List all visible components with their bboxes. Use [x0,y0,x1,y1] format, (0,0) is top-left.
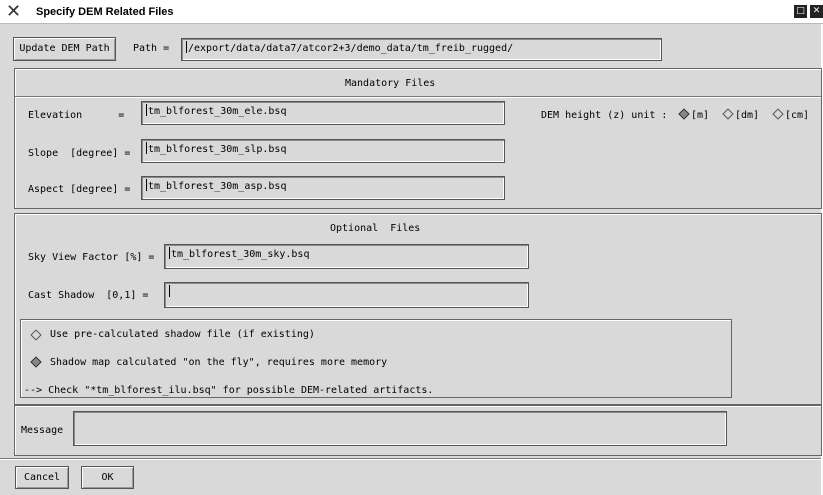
cancel-button[interactable]: Cancel [15,466,69,489]
text-cursor [169,247,170,259]
slope-label: Slope [degree] = [28,148,131,159]
text-cursor [146,104,147,116]
ok-label: OK [101,472,114,483]
separator [15,96,821,98]
text-cursor [146,179,147,191]
close-icon[interactable]: ✕ [810,5,823,18]
shadow-on-the-fly-label[interactable]: Shadow map calculated "on the fly", requ… [50,356,387,370]
text-cursor [186,41,187,53]
path-input[interactable]: /export/data/data7/atcor2+3/demo_data/tm… [181,38,662,61]
path-label: Path = [133,43,170,54]
sky-view-factor-value: tm_blforest_30m_sky.bsq [171,249,310,260]
aspect-value: tm_blforest_30m_asp.bsq [148,181,287,192]
window-title: Specify DEM Related Files [36,6,174,18]
dem-unit-label: DEM height (z) unit : [541,110,668,121]
maximize-icon[interactable]: □ [794,5,807,18]
message-field [73,411,727,446]
update-dem-path-button[interactable]: Update DEM Path [13,37,116,61]
mandatory-files-title: Mandatory Files [345,78,436,89]
footer-separator [0,458,821,460]
text-cursor [169,285,170,297]
ok-button[interactable]: OK [81,466,134,489]
cast-shadow-label: Cast Shadow [0,1] = [28,290,149,301]
optional-files-title: Optional Files [330,223,421,234]
elevation-label: Elevation = [28,110,125,121]
sky-view-factor-input[interactable]: tm_blforest_30m_sky.bsq [164,244,529,269]
aspect-input[interactable]: tm_blforest_30m_asp.bsq [141,176,505,200]
message-label: Message [21,425,64,436]
title-bar: ✕ Specify DEM Related Files □ ✕ [0,0,823,24]
x11-logo-icon: ✕ [6,1,22,22]
update-dem-path-label: Update DEM Path [19,43,110,54]
unit-m-label[interactable]: [m] [691,109,709,123]
slope-input[interactable]: tm_blforest_30m_slp.bsq [141,139,505,163]
elevation-input[interactable]: tm_blforest_30m_ele.bsq [141,101,505,125]
elevation-value: tm_blforest_30m_ele.bsq [148,106,287,117]
cast-shadow-input[interactable] [164,282,529,308]
unit-cm-label[interactable]: [cm] [785,109,809,123]
aspect-label: Aspect [degree] = [28,184,131,195]
sky-view-factor-label: Sky View Factor [%] = [28,252,155,263]
precalculated-shadow-label[interactable]: Use pre-calculated shadow file (if exist… [50,328,315,342]
path-value: /export/data/data7/atcor2+3/demo_data/tm… [188,43,514,54]
text-cursor [146,142,147,154]
slope-value: tm_blforest_30m_slp.bsq [148,144,287,155]
cancel-label: Cancel [23,472,61,483]
artifact-note: --> Check "*tm_blforest_ilu.bsq" for pos… [24,385,434,396]
unit-dm-label[interactable]: [dm] [735,109,759,123]
